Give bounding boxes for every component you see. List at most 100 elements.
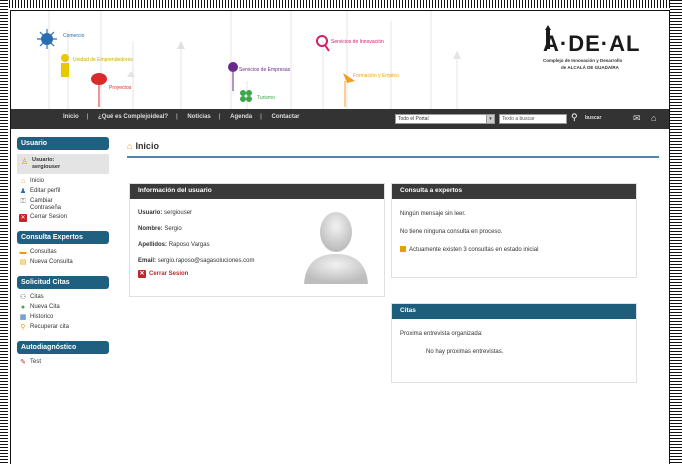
pin-icon: [228, 62, 238, 72]
user-icon: ♙: [21, 157, 29, 166]
frame-edge-top: [0, 0, 682, 8]
test-icon: ✎: [20, 359, 26, 366]
sidebar-item-label: Consultas: [30, 249, 57, 255]
sidebar-item-label: Recuperar cita: [30, 324, 70, 330]
search-scope-value: Todo el Portal: [398, 116, 429, 122]
deco-label-servicios-empresas: Servicios de Empresas: [239, 67, 291, 73]
bullet-icon: [400, 246, 406, 253]
profile-icon: ♟: [19, 188, 27, 195]
folder-add-icon: ▤: [19, 259, 27, 266]
calendar-icon: ▦: [19, 314, 27, 321]
consulta-panel-body: Ningún mensaje sin leer. No tiene ningun…: [392, 199, 636, 265]
sidebar-item-label: Cerrar Sesion: [30, 214, 68, 220]
sidebar-title-autodiagnostico: Autodiagnóstico: [17, 341, 109, 354]
sidebar-title-citas: Solicitud Citas: [17, 276, 109, 289]
flower-icon: [37, 29, 57, 49]
sidebar-item-nueva-consulta[interactable]: ▤ Nueva Consulta: [17, 258, 109, 268]
sidebar-item-label: Nueva Consulta: [30, 259, 73, 265]
mail-icon[interactable]: ✉: [633, 113, 641, 124]
consulta-panel-title: Consulta a expertos: [392, 184, 636, 199]
sidebar-item-citas[interactable]: ⚇ Citas: [17, 293, 109, 303]
person-icon: [61, 54, 69, 77]
nav-item-que-es[interactable]: ¿Qué es Complejoideal?: [98, 114, 168, 120]
site-logo[interactable]: A·DE·AL Complejo de Innovación y Desarro…: [543, 25, 653, 71]
citas-panel-body: Proxima entrevista organizada: No hay pr…: [392, 319, 636, 367]
consulta-in-process: No tiene ninguna consulta en proceso.: [400, 229, 503, 235]
sidebar-item-nueva-cita[interactable]: ● Nueva Cita: [17, 303, 109, 313]
logo-wordmark: A·DE·AL: [543, 31, 641, 56]
deco-label-emprendedores: Unidad de Emprendedores: [73, 57, 133, 63]
consulta-unread: Ningún mensaje sin leer.: [400, 211, 466, 217]
sidebar-item-inicio[interactable]: ⌂ Inicio: [17, 177, 109, 187]
sidebar-item-label: Editar perfil: [30, 188, 61, 194]
sidebar-item-label: Test: [30, 359, 42, 365]
deco-label-turismo: Turismo: [257, 95, 275, 101]
top-nav: Inicio | ¿Qué es Complejoideal? | Noticias…: [11, 109, 669, 129]
browser-page: Comercio Unidad de Emprendedores Proyect…: [10, 10, 670, 464]
nav-item-noticias[interactable]: Noticias: [187, 114, 210, 120]
citas-none: No hay proximas entrevistas.: [426, 349, 504, 355]
sidebar: Usuario ♙ Usuario: sergiouser ⌂ Inicio ♟…: [17, 137, 109, 376]
recover-icon: ⚲: [20, 324, 26, 331]
search-button[interactable]: buscar: [585, 115, 601, 121]
sidebar-item-test[interactable]: ✎ Test: [17, 358, 109, 368]
citas-panel-title: Citas: [392, 304, 636, 319]
deco-label-formacion: Formación y Empleo: [353, 73, 399, 79]
page-title: ⌂ Inicio: [127, 141, 159, 151]
deco-label-proyectos: Proyectos: [109, 85, 132, 91]
sidebar-item-label: Nueva Cita: [30, 304, 60, 310]
nav-item-inicio[interactable]: Inicio: [63, 114, 79, 120]
sidebar-item-recuperar-cita[interactable]: ⚲ Recuperar cita: [17, 323, 109, 333]
sidebar-title-usuario: Usuario: [17, 137, 109, 150]
tower-icon: [545, 25, 551, 49]
user-info-panel-title: Información del usuario: [130, 184, 384, 199]
users-icon: ⚇: [19, 294, 27, 301]
sidebar-item-label: Historico: [30, 314, 54, 320]
home-icon: ⌂: [127, 141, 133, 151]
home-icon: ⌂: [20, 178, 26, 185]
sidebar-item-historico[interactable]: ▦ Historico: [17, 313, 109, 323]
add-icon: ●: [20, 304, 26, 311]
consulta-panel: Consulta a expertos Ningún mensaje sin l…: [391, 183, 637, 278]
search-scope-select[interactable]: Todo el Portal ▾: [395, 114, 495, 124]
folder-icon: ▬: [19, 249, 27, 256]
citas-next-label: Proxima entrevista organizada:: [400, 331, 483, 337]
nav-item-agenda[interactable]: Agenda: [230, 114, 252, 120]
consulta-existing: Actuamente existen 3 consultas en estado…: [400, 241, 628, 259]
sidebar-item-label: Inicio: [30, 178, 45, 184]
sitemap-icon[interactable]: ⌂: [651, 113, 656, 123]
citas-panel: Citas Proxima entrevista organizada: No …: [391, 303, 637, 383]
logout-icon: ✕: [138, 270, 146, 278]
logo-subtitle-1: Complejo de Innovación y Desarrollo: [543, 58, 623, 63]
user-info-panel: Información del usuario Usuario: sergiou…: [129, 183, 385, 297]
sidebar-item-cambiar-contrasena[interactable]: ⚿ Cambiar Contraseña: [17, 197, 109, 213]
sidebar-section-citas: Solicitud Citas ⚇ Citas ● Nueva Cita ▦ H…: [17, 276, 109, 333]
key-icon: ⚿: [20, 198, 26, 205]
sidebar-user-name: sergiouser: [32, 164, 61, 170]
sidebar-item-consultas[interactable]: ▬ Consultas: [17, 248, 109, 258]
sidebar-section-autodiagnostico: Autodiagnóstico ✎ Test: [17, 341, 109, 368]
title-divider: [127, 156, 659, 158]
avatar: [304, 212, 368, 284]
sidebar-item-label: Citas: [30, 294, 44, 300]
sidebar-user-label: Usuario:: [32, 157, 55, 163]
balloon-icon: [91, 73, 107, 85]
screenshot-frame: Comercio Unidad de Emprendedores Proyect…: [0, 0, 682, 464]
sidebar-item-label: Cambiar Contraseña: [30, 198, 62, 211]
sidebar-title-consulta: Consulta Expertos: [17, 231, 109, 244]
sidebar-section-consulta: Consulta Expertos ▬ Consultas ▤ Nueva Co…: [17, 231, 109, 268]
page-title-text: Inicio: [135, 141, 159, 151]
search-icon[interactable]: ⚲: [571, 112, 578, 123]
chevron-down-icon: ▾: [486, 115, 494, 123]
sidebar-item-cerrar-sesion[interactable]: ✕ Cerrar Sesion: [17, 213, 109, 223]
nav-item-contactar[interactable]: Contactar: [271, 114, 299, 120]
frame-edge-right: [670, 0, 682, 464]
logout-icon: ✕: [19, 214, 27, 222]
sidebar-item-editar-perfil[interactable]: ♟ Editar perfil: [17, 187, 109, 197]
deco-label-innovacion: Servicios de Innovación: [331, 39, 384, 45]
sidebar-section-usuario: Usuario ♙ Usuario: sergiouser ⌂ Inicio ♟…: [17, 137, 109, 223]
frame-edge-left: [0, 0, 8, 464]
sidebar-user-box: ♙ Usuario: sergiouser: [17, 154, 109, 174]
logo-subtitle-2: de ALCALÁ DE GUADAÍRA: [561, 65, 619, 70]
search-input[interactable]: Texto a buscar: [499, 114, 567, 124]
